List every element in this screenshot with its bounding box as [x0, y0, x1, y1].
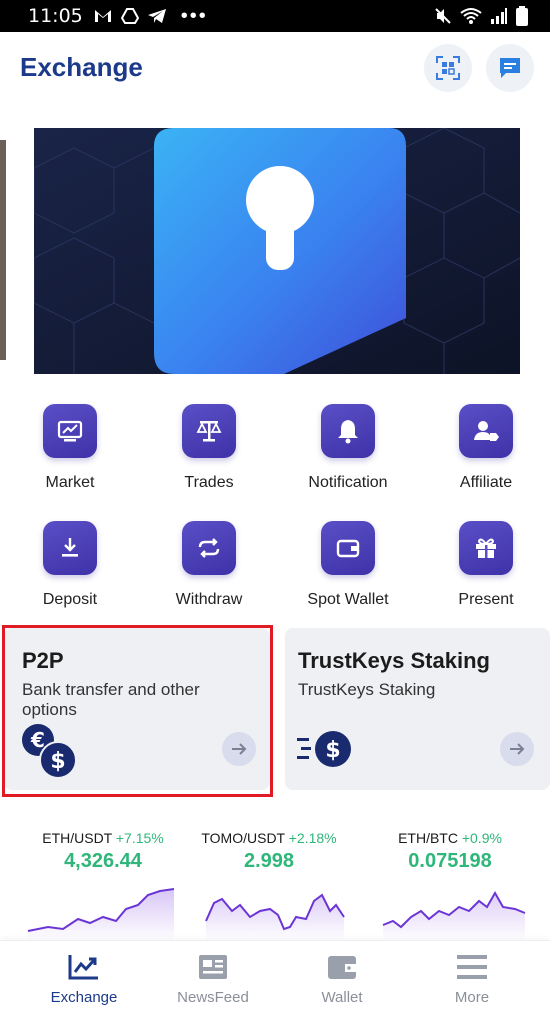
nav-label: NewsFeed: [177, 989, 249, 1006]
feature-withdraw[interactable]: Withdraw: [149, 521, 269, 609]
feature-notification[interactable]: Notification: [288, 404, 408, 492]
ticker-change: +7.15%: [115, 830, 164, 846]
message-icon: [500, 58, 520, 78]
more-notifications-icon: •••: [180, 5, 208, 27]
promo-banner[interactable]: [34, 128, 520, 374]
ticker-pair: TOMO/USDT: [201, 830, 285, 846]
newspaper-icon: [199, 955, 227, 979]
nav-label: More: [454, 989, 490, 1006]
messages-button[interactable]: [486, 44, 534, 92]
user-tag-icon: [459, 404, 513, 458]
app-header: Exchange: [0, 32, 550, 106]
wallet-icon: [328, 956, 356, 979]
qr-scan-button[interactable]: [424, 44, 472, 92]
status-time: 11:05: [28, 5, 83, 27]
telegram-icon: [147, 9, 166, 23]
feature-label: Present: [458, 591, 514, 608]
nav-wallet[interactable]: Wallet: [282, 951, 402, 1006]
ticker-pair: ETH/BTC: [398, 830, 458, 846]
feature-label: Withdraw: [175, 591, 243, 608]
market-chart-icon: [43, 404, 97, 458]
svg-text:$: $: [325, 738, 340, 763]
ticker-price: 0.075198: [408, 850, 492, 872]
staking-coin-icon: $: [297, 731, 351, 767]
ticker-tomo-usdt[interactable]: TOMO/USDT +2.18% 2.998: [184, 830, 354, 941]
page-title: Exchange: [20, 52, 143, 82]
gmail-icon: [94, 10, 111, 22]
feature-affiliate[interactable]: Affiliate: [426, 404, 546, 492]
feature-label: Notification: [308, 474, 388, 491]
signal-icon: [491, 8, 507, 24]
wallet-icon: [321, 521, 375, 575]
sparkline: [382, 890, 526, 941]
ticker-price: 2.998: [243, 850, 295, 872]
arrow-right-icon: [510, 743, 525, 755]
wifi-icon: [460, 8, 482, 24]
ticker-pair-line: ETH/USDT +7.15%: [18, 830, 188, 846]
card-subtitle: TrustKeys Staking: [298, 680, 436, 699]
drive-icon: [120, 8, 139, 24]
banner-carousel-edge: [0, 140, 6, 360]
ticker-price: 4,326.44: [64, 850, 142, 872]
bell-icon: [321, 404, 375, 458]
feature-label: Market: [45, 474, 95, 491]
ticker-pair-line: ETH/BTC +0.9%: [365, 830, 535, 846]
menu-icon: [457, 955, 487, 979]
ticker-pair: ETH/USDT: [42, 830, 112, 846]
feature-market[interactable]: Market: [10, 404, 130, 492]
banner-image: [34, 128, 520, 374]
bottom-navigation: Exchange NewsFeed Wallet More: [0, 940, 550, 1024]
battery-icon: [516, 6, 528, 26]
feature-label: Affiliate: [459, 474, 513, 491]
staking-arrow-button[interactable]: [500, 732, 534, 766]
feature-trades[interactable]: Trades: [149, 404, 269, 492]
feature-spot-wallet[interactable]: Spot Wallet: [288, 521, 408, 609]
ticker-eth-btc[interactable]: ETH/BTC +0.9% 0.075198: [365, 830, 535, 941]
selection-highlight: [2, 625, 273, 797]
ticker-change: +2.18%: [288, 830, 337, 846]
balance-scale-icon: [182, 404, 236, 458]
feature-deposit[interactable]: Deposit: [10, 521, 130, 609]
mute-icon: [435, 8, 451, 24]
card-title: TrustKeys Staking: [298, 648, 490, 673]
feature-present[interactable]: Present: [426, 521, 546, 609]
nav-exchange[interactable]: Exchange: [24, 951, 144, 1006]
nav-more[interactable]: More: [412, 951, 532, 1006]
feature-label: Deposit: [42, 591, 98, 608]
status-bar: 11:05 •••: [0, 0, 550, 32]
feature-label: Spot Wallet: [307, 591, 389, 608]
sparkline: [205, 893, 345, 941]
exchange-app-screen: 11:05 ••• Exchange Market Trades Notific…: [0, 0, 550, 1024]
download-tray-icon: [43, 521, 97, 575]
sparkline: [27, 888, 175, 941]
ticker-eth-usdt[interactable]: ETH/USDT +7.15% 4,326.44: [18, 830, 188, 941]
trend-chart-icon: [68, 955, 98, 980]
qr-scan-icon: [436, 56, 460, 80]
nav-label: Exchange: [50, 989, 118, 1006]
nav-label: Wallet: [321, 989, 363, 1006]
gift-icon: [459, 521, 513, 575]
ticker-pair-line: TOMO/USDT +2.18%: [184, 830, 354, 846]
feature-label: Trades: [184, 474, 234, 491]
nav-newsfeed[interactable]: NewsFeed: [153, 951, 273, 1006]
repeat-arrows-icon: [182, 521, 236, 575]
staking-card[interactable]: TrustKeys Staking TrustKeys Staking $: [285, 628, 550, 790]
ticker-change: +0.9%: [461, 830, 502, 846]
